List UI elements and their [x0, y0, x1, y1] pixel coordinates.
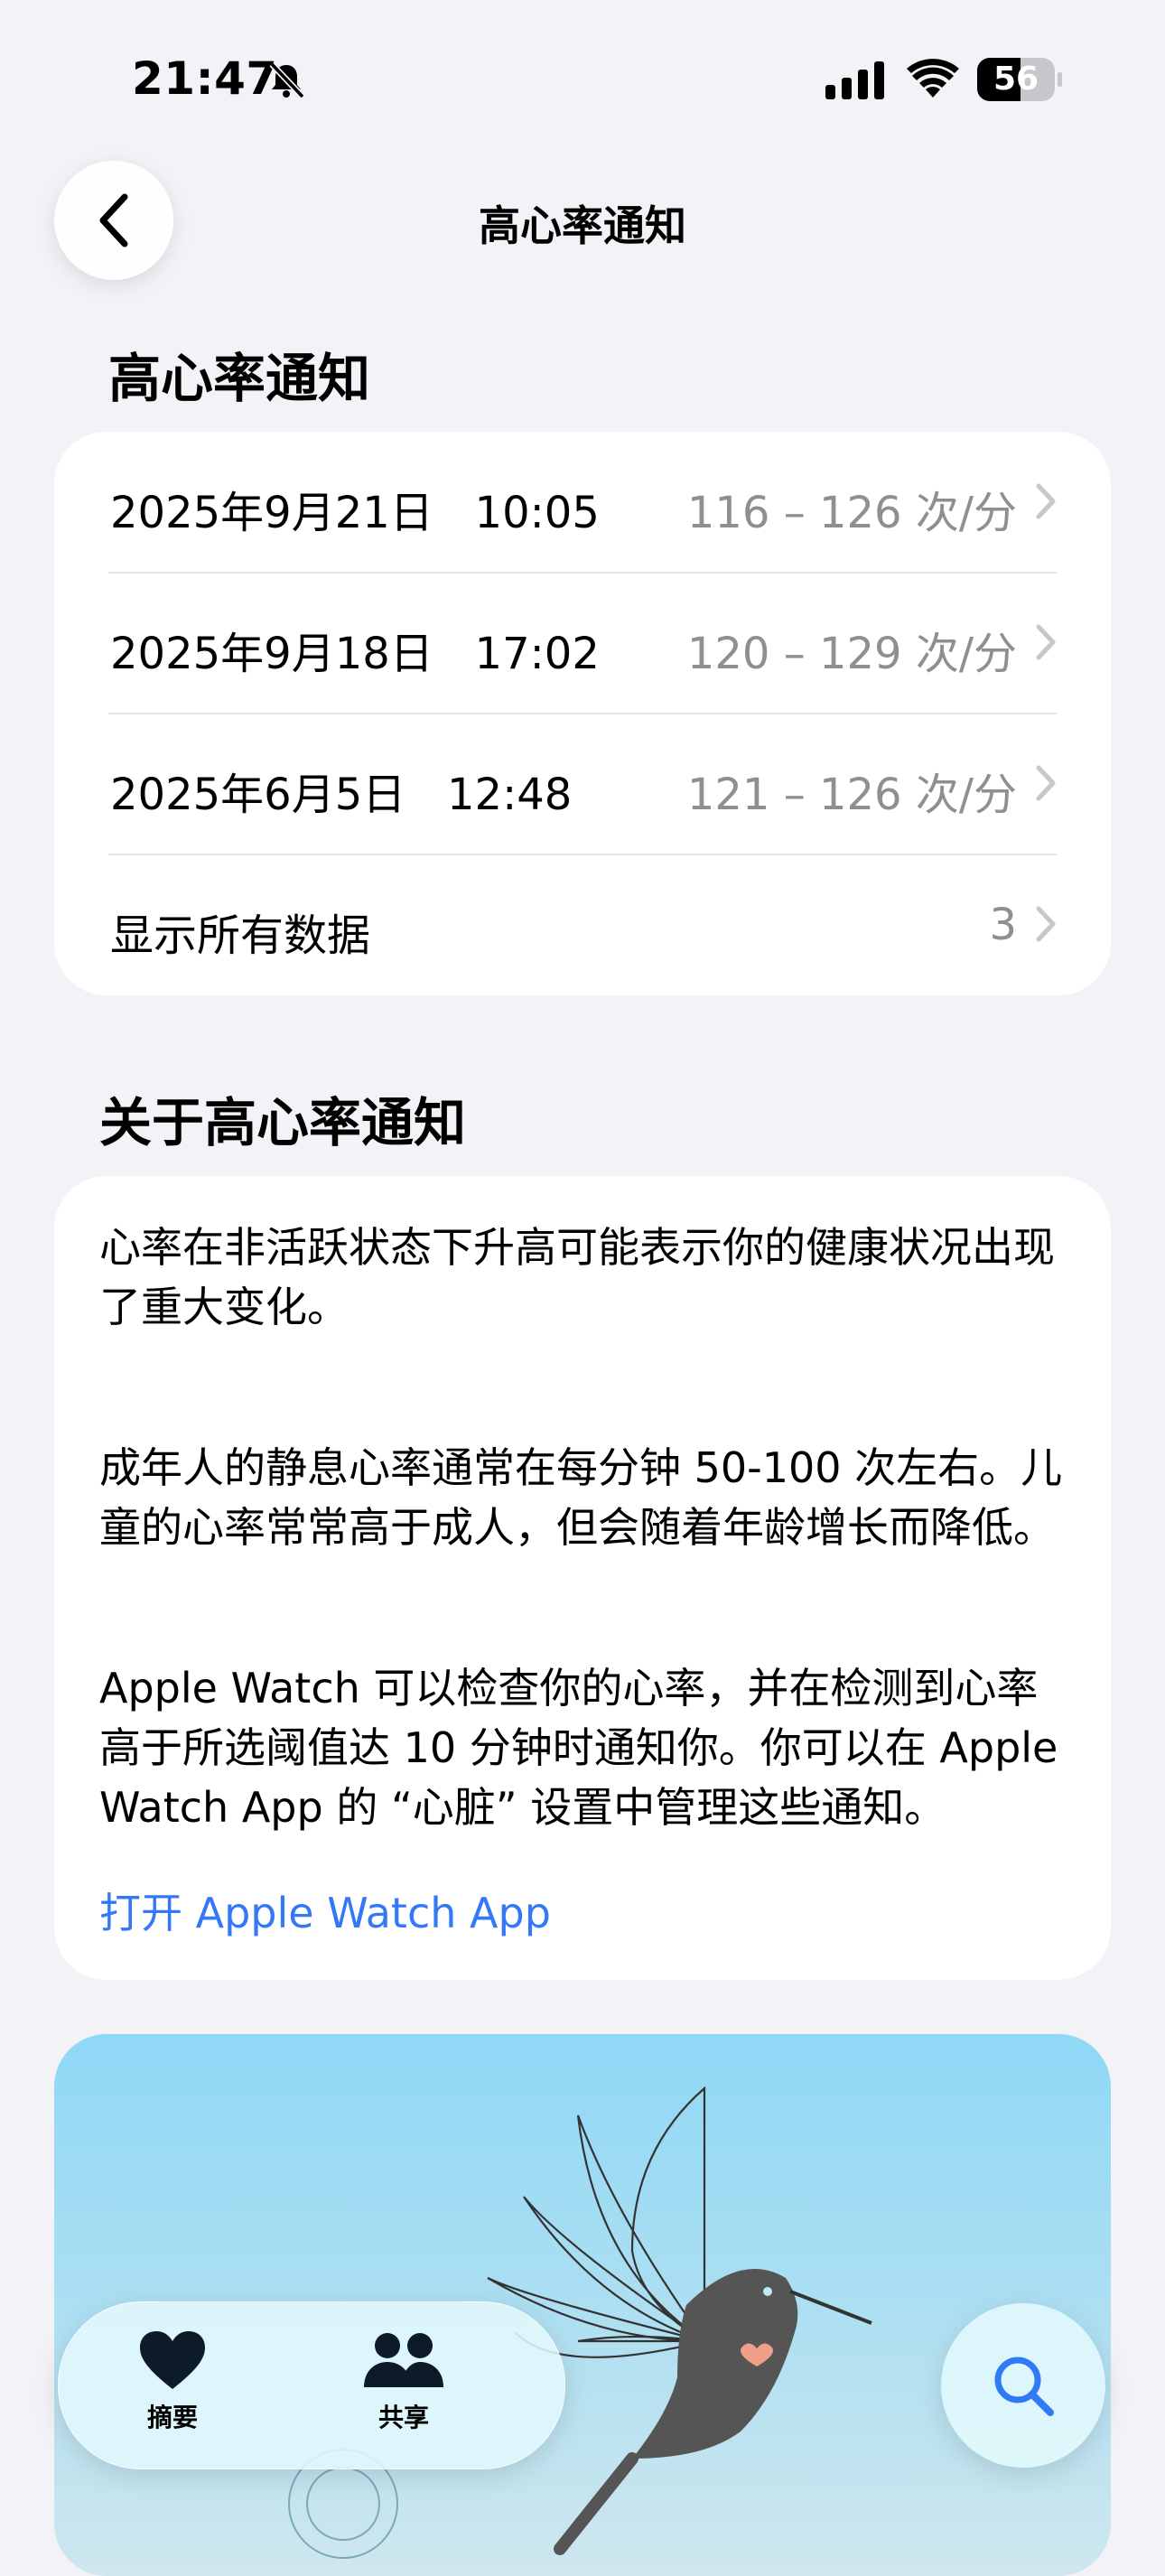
battery-level: 56	[993, 61, 1039, 98]
chevron-right-icon	[1036, 483, 1056, 519]
about-card: 心率在非活跃状态下升高可能表示你的健康状况出现了重大变化。 成年人的静息心率通常…	[54, 1176, 1111, 1980]
heart-rate-range: 116 – 126 次/分	[686, 488, 1017, 538]
show-all-label: 显示所有数据	[110, 910, 371, 961]
bell-slash-icon	[269, 61, 305, 99]
chevron-right-icon	[1036, 624, 1056, 660]
about-paragraph: 成年人的静息心率通常在每分钟 50-100 次左右。儿童的心率常常高于成人，但会…	[99, 1443, 1063, 1552]
notification-date: 2025年6月5日 12:48	[110, 770, 573, 820]
list-item[interactable]: 2025年9月21日 10:05 116 – 126 次/分	[54, 432, 1111, 573]
tab-bar: 摘要 共享	[58, 2301, 565, 2469]
section-header-about: 关于高心率通知	[99, 1092, 467, 1153]
cellular-signal-icon	[825, 61, 884, 99]
notification-date: 2025年9月21日 10:05	[110, 488, 600, 538]
search-button[interactable]	[941, 2303, 1105, 2468]
search-icon	[994, 2357, 1054, 2416]
tab-summary[interactable]: 摘要	[91, 2329, 254, 2434]
notification-date: 2025年9月18日 17:02	[110, 629, 600, 679]
heart-rate-range: 121 – 126 次/分	[686, 770, 1017, 820]
section-header-notifications: 高心率通知	[108, 348, 371, 409]
people-icon	[364, 2333, 443, 2387]
tab-label: 共享	[377, 2403, 429, 2432]
status-time: 21:47	[132, 52, 278, 105]
show-all-data-row[interactable]: 显示所有数据 3	[54, 854, 1111, 995]
battery-icon: 56	[977, 58, 1062, 101]
about-paragraph: 心率在非活跃状态下升高可能表示你的健康状况出现了重大变化。	[99, 1223, 1055, 1331]
list-item[interactable]: 2025年6月5日 12:48 121 – 126 次/分	[54, 714, 1111, 854]
heart-icon	[140, 2331, 205, 2389]
notifications-list: 2025年9月21日 10:05 116 – 126 次/分 2025年9月18…	[54, 432, 1111, 995]
chevron-right-icon	[1036, 765, 1056, 801]
wifi-icon	[907, 59, 959, 98]
page-title: 高心率通知	[479, 201, 686, 250]
about-paragraph: Apple Watch 可以检查你的心率，并在检测到心率高于所选阈值达 10 分…	[99, 1664, 1058, 1832]
chevron-right-icon	[1036, 906, 1056, 942]
show-all-count: 3	[989, 900, 1017, 950]
open-apple-watch-app-link[interactable]: 打开 Apple Watch App	[99, 1881, 551, 1940]
tab-label: 摘要	[146, 2403, 198, 2432]
heart-rate-range: 120 – 129 次/分	[686, 629, 1017, 679]
list-item[interactable]: 2025年9月18日 17:02 120 – 129 次/分	[54, 573, 1111, 714]
tab-sharing[interactable]: 共享	[322, 2329, 485, 2434]
